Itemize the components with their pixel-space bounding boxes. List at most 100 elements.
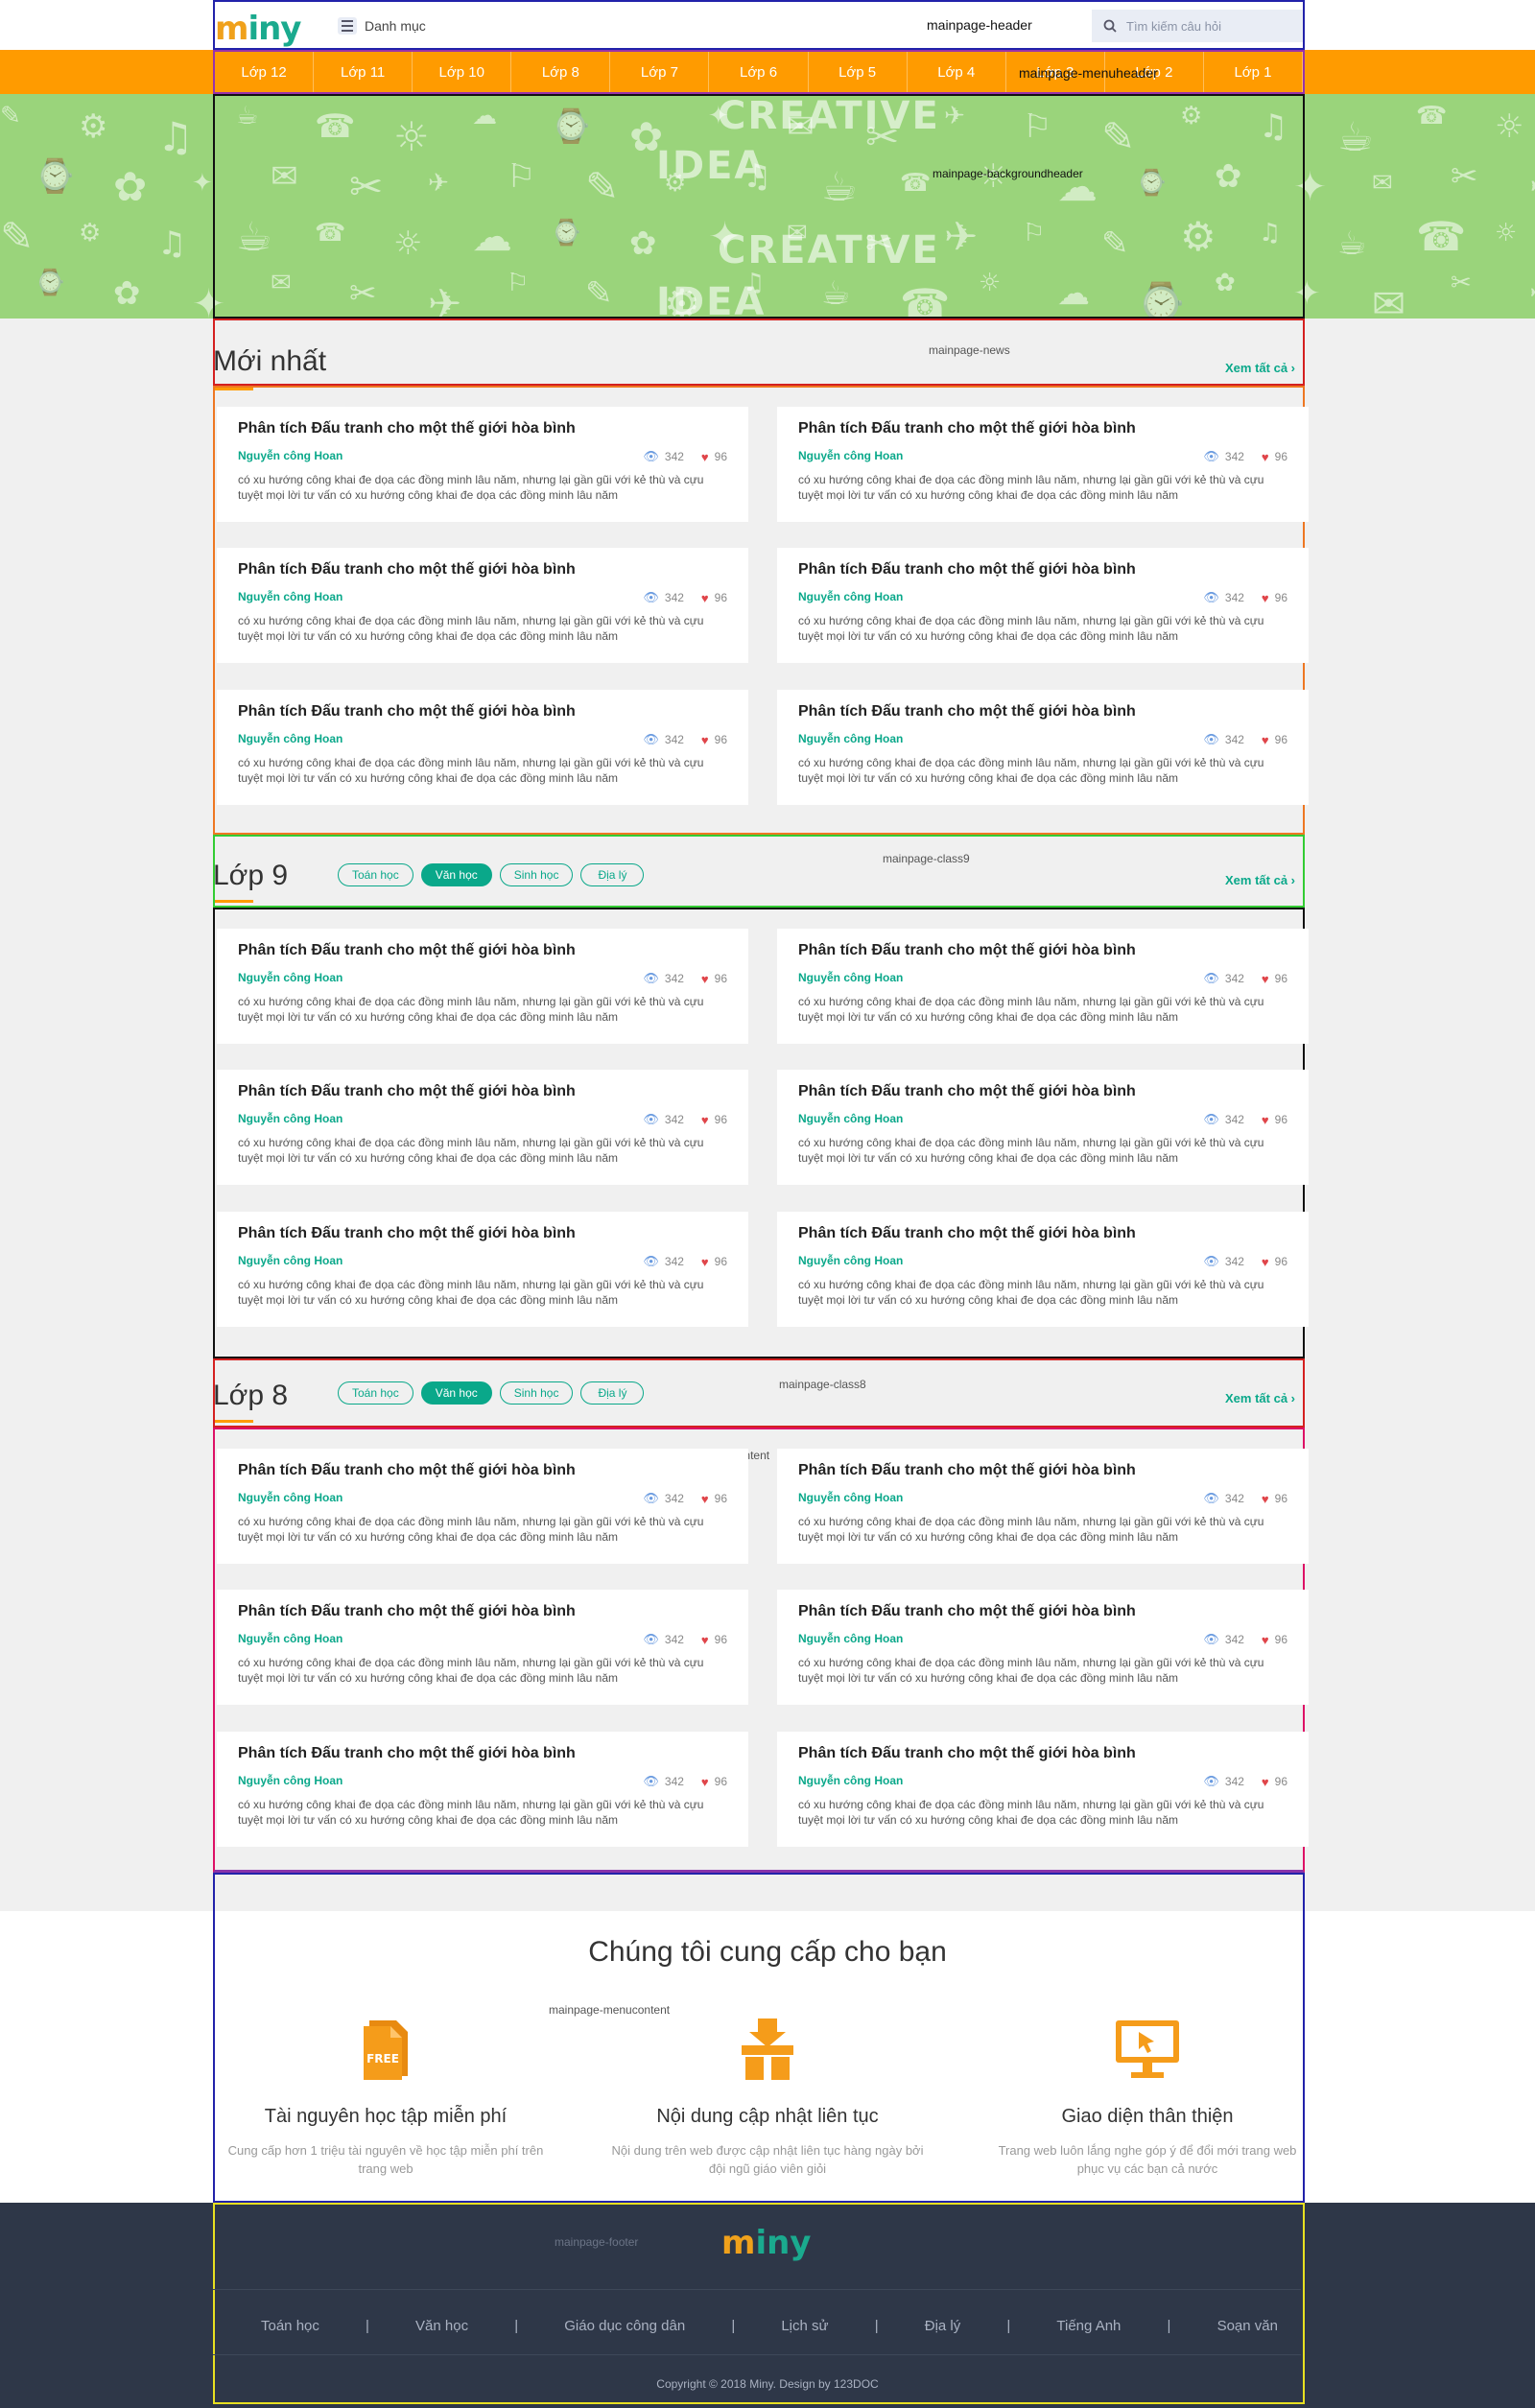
article-title[interactable]: Phân tích Đấu tranh cho một thế giới hòa… bbox=[798, 1083, 1287, 1100]
article-title[interactable]: Phân tích Đấu tranh cho một thế giới hòa… bbox=[238, 561, 727, 578]
eye-icon: 👁 bbox=[643, 1112, 659, 1126]
article-author[interactable]: Nguyễn công Hoan bbox=[798, 732, 903, 745]
chip-biology[interactable]: Sinh học bbox=[499, 1381, 574, 1405]
chip-math[interactable]: Toán học bbox=[338, 1381, 413, 1405]
menu-item[interactable]: Lớp 8 bbox=[511, 52, 611, 92]
class8-title: Lớp 8 bbox=[213, 1380, 289, 1411]
view-count: 👁 342 bbox=[643, 1632, 684, 1647]
chip-math[interactable]: Toán học bbox=[338, 863, 413, 886]
article-card[interactable]: Phân tích Đấu tranh cho một thế giới hòa… bbox=[217, 1070, 748, 1185]
footer-link[interactable]: Toán học bbox=[261, 2318, 319, 2334]
article-author[interactable]: Nguyễn công Hoan bbox=[238, 1491, 342, 1504]
article-title[interactable]: Phân tích Đấu tranh cho một thế giới hòa… bbox=[238, 942, 727, 959]
article-card[interactable]: Phân tích Đấu tranh cho một thế giới hòa… bbox=[777, 407, 1309, 522]
article-author[interactable]: Nguyễn công Hoan bbox=[798, 1774, 903, 1787]
header-outline: miny Danh mục mainpage-header bbox=[213, 0, 1305, 50]
footer-link[interactable]: Địa lý bbox=[925, 2318, 961, 2334]
article-card[interactable]: Phân tích Đấu tranh cho một thế giới hòa… bbox=[777, 1070, 1309, 1185]
article-author[interactable]: Nguyễn công Hoan bbox=[238, 732, 342, 745]
footer-link[interactable]: Tiếng Anh bbox=[1056, 2318, 1121, 2334]
category-menu-button[interactable]: Danh mục bbox=[338, 17, 426, 35]
article-author[interactable]: Nguyễn công Hoan bbox=[238, 1774, 342, 1787]
article-card[interactable]: Phân tích Đấu tranh cho một thế giới hòa… bbox=[217, 1449, 748, 1564]
article-title[interactable]: Phân tích Đấu tranh cho một thế giới hòa… bbox=[238, 1603, 727, 1620]
menu-item[interactable]: Lớp 12 bbox=[215, 52, 315, 92]
article-title[interactable]: Phân tích Đấu tranh cho một thế giới hòa… bbox=[798, 1603, 1287, 1620]
like-count: ♥ 96 bbox=[1262, 1254, 1287, 1269]
article-author[interactable]: Nguyễn công Hoan bbox=[798, 1491, 903, 1504]
article-author[interactable]: Nguyễn công Hoan bbox=[798, 971, 903, 984]
footer-link[interactable]: Soạn văn bbox=[1217, 2318, 1278, 2334]
chip-biology[interactable]: Sinh học bbox=[499, 863, 574, 886]
see-all-link[interactable]: Xem tất cả › bbox=[1225, 361, 1295, 375]
article-title[interactable]: Phân tích Đấu tranh cho một thế giới hòa… bbox=[238, 1745, 727, 1762]
article-title[interactable]: Phân tích Đấu tranh cho một thế giới hòa… bbox=[798, 703, 1287, 720]
see-all-link[interactable]: Xem tất cả › bbox=[1225, 873, 1295, 887]
article-title[interactable]: Phân tích Đấu tranh cho một thế giới hòa… bbox=[798, 420, 1287, 437]
article-card[interactable]: Phân tích Đấu tranh cho một thế giới hòa… bbox=[217, 407, 748, 522]
menu-item[interactable]: Lớp 10 bbox=[413, 52, 512, 92]
article-card[interactable]: Phân tích Đấu tranh cho một thế giới hòa… bbox=[217, 1590, 748, 1705]
article-title[interactable]: Phân tích Đấu tranh cho một thế giới hòa… bbox=[238, 703, 727, 720]
article-title[interactable]: Phân tích Đấu tranh cho một thế giới hòa… bbox=[798, 1745, 1287, 1762]
article-card[interactable]: Phân tích Đấu tranh cho một thế giới hòa… bbox=[777, 1212, 1309, 1327]
menu-item[interactable]: Lớp 4 bbox=[908, 52, 1006, 92]
article-card[interactable]: Phân tích Đấu tranh cho một thế giới hòa… bbox=[777, 690, 1309, 805]
eye-icon: 👁 bbox=[1203, 590, 1219, 604]
see-all-link[interactable]: Xem tất cả › bbox=[1225, 1391, 1295, 1405]
footer-link[interactable]: Văn học bbox=[415, 2318, 468, 2334]
menu-item[interactable]: Lớp 7 bbox=[610, 52, 710, 92]
chip-geography[interactable]: Địa lý bbox=[580, 1381, 645, 1405]
article-title[interactable]: Phân tích Đấu tranh cho một thế giới hòa… bbox=[238, 420, 727, 437]
chip-literature[interactable]: Văn học bbox=[420, 1381, 492, 1405]
article-title[interactable]: Phân tích Đấu tranh cho một thế giới hòa… bbox=[798, 942, 1287, 959]
menu-item[interactable]: Lớp 11 bbox=[314, 52, 413, 92]
search-box[interactable] bbox=[1092, 10, 1303, 42]
logo[interactable]: miny bbox=[215, 10, 301, 48]
article-author[interactable]: Nguyễn công Hoan bbox=[798, 1112, 903, 1125]
menu-item[interactable]: Lớp 1 bbox=[1204, 52, 1304, 92]
article-author[interactable]: Nguyễn công Hoan bbox=[238, 1254, 342, 1267]
article-author[interactable]: Nguyễn công Hoan bbox=[798, 590, 903, 603]
view-count: 👁 342 bbox=[1203, 1491, 1244, 1506]
search-input[interactable] bbox=[1126, 18, 1289, 34]
article-title[interactable]: Phân tích Đấu tranh cho một thế giới hòa… bbox=[798, 1462, 1287, 1479]
chip-geography[interactable]: Địa lý bbox=[580, 863, 645, 886]
article-title[interactable]: Phân tích Đấu tranh cho một thế giới hòa… bbox=[238, 1462, 727, 1479]
article-author[interactable]: Nguyễn công Hoan bbox=[238, 590, 342, 603]
article-card[interactable]: Phân tích Đấu tranh cho một thế giới hòa… bbox=[217, 548, 748, 663]
article-card[interactable]: Phân tích Đấu tranh cho một thế giới hòa… bbox=[217, 1212, 748, 1327]
footer-logo[interactable]: miny bbox=[721, 2224, 811, 2262]
article-card[interactable]: Phân tích Đấu tranh cho một thế giới hòa… bbox=[777, 1590, 1309, 1705]
article-title[interactable]: Phân tích Đấu tranh cho một thế giới hòa… bbox=[238, 1225, 727, 1242]
article-desc: có xu hướng công khai đe dọa các đồng mi… bbox=[798, 1656, 1264, 1685]
header: miny Danh mục mainpage-header bbox=[0, 0, 1535, 50]
eye-icon: 👁 bbox=[643, 971, 659, 985]
menu-item[interactable]: Lớp 6 bbox=[709, 52, 809, 92]
eye-icon: 👁 bbox=[1203, 1112, 1219, 1126]
article-card[interactable]: Phân tích Đấu tranh cho một thế giới hòa… bbox=[777, 929, 1309, 1044]
article-author[interactable]: Nguyễn công Hoan bbox=[238, 971, 342, 984]
article-title[interactable]: Phân tích Đấu tranh cho một thế giới hòa… bbox=[798, 561, 1287, 578]
article-author[interactable]: Nguyễn công Hoan bbox=[798, 449, 903, 462]
footer-link[interactable]: Lịch sử bbox=[781, 2318, 828, 2334]
like-count: ♥ 96 bbox=[701, 1491, 727, 1506]
article-card[interactable]: Phân tích Đấu tranh cho một thế giới hòa… bbox=[777, 1732, 1309, 1847]
menu-item[interactable]: Lớp 5 bbox=[809, 52, 908, 92]
article-author[interactable]: Nguyễn công Hoan bbox=[238, 1632, 342, 1645]
article-title[interactable]: Phân tích Đấu tranh cho một thế giới hòa… bbox=[238, 1083, 727, 1100]
article-card[interactable]: Phân tích Đấu tranh cho một thế giới hòa… bbox=[217, 1732, 748, 1847]
like-count-value: 96 bbox=[714, 1775, 727, 1788]
article-author[interactable]: Nguyễn công Hoan bbox=[238, 449, 342, 462]
article-card[interactable]: Phân tích Đấu tranh cho một thế giới hòa… bbox=[777, 1449, 1309, 1564]
chip-literature[interactable]: Văn học bbox=[420, 863, 492, 886]
article-author[interactable]: Nguyễn công Hoan bbox=[798, 1254, 903, 1267]
article-author[interactable]: Nguyễn công Hoan bbox=[798, 1632, 903, 1645]
eye-icon: 👁 bbox=[643, 1491, 659, 1505]
article-author[interactable]: Nguyễn công Hoan bbox=[238, 1112, 342, 1125]
article-card[interactable]: Phân tích Đấu tranh cho một thế giới hòa… bbox=[777, 548, 1309, 663]
footer-link[interactable]: Giáo dục công dân bbox=[564, 2318, 685, 2334]
article-card[interactable]: Phân tích Đấu tranh cho một thế giới hòa… bbox=[217, 690, 748, 805]
article-card[interactable]: Phân tích Đấu tranh cho một thế giới hòa… bbox=[217, 929, 748, 1044]
article-title[interactable]: Phân tích Đấu tranh cho một thế giới hòa… bbox=[798, 1225, 1287, 1242]
